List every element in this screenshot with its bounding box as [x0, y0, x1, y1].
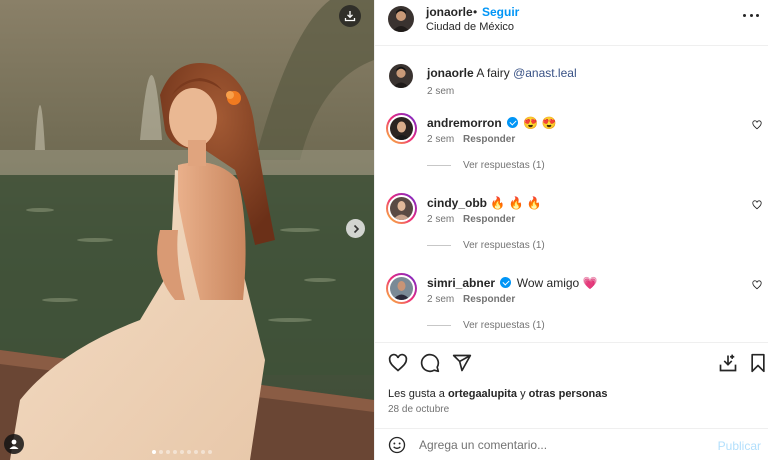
caption-text: jonaorle A fairy @anast.leal	[427, 66, 577, 80]
download-to-collection-icon[interactable]	[718, 353, 738, 373]
view-replies-label: Ver respuestas (1)	[463, 320, 545, 331]
comment-input[interactable]	[419, 435, 709, 455]
carousel-dot	[152, 450, 156, 454]
caption-time: 2 sem	[427, 86, 455, 97]
replies-divider	[427, 325, 451, 326]
heart-icon[interactable]	[752, 120, 762, 130]
avatar[interactable]	[386, 113, 417, 144]
carousel-dot	[201, 450, 205, 454]
publish-button[interactable]: Publicar	[718, 439, 761, 453]
avatar[interactable]	[389, 64, 413, 88]
comment-item: andremorron 😍 😍 2 sem Responder Ver resp…	[375, 113, 768, 191]
comment-username[interactable]: cindy_obb	[427, 196, 487, 210]
user-tag-icon[interactable]	[4, 434, 24, 454]
comment-time: 2 sem	[427, 214, 455, 225]
carousel-dot	[173, 450, 177, 454]
comment-icon[interactable]	[420, 353, 440, 373]
carousel-indicator	[152, 450, 212, 454]
bookmark-icon[interactable]	[749, 353, 767, 373]
view-replies-label: Ver respuestas (1)	[463, 240, 545, 251]
likes-user[interactable]: ortegaalupita	[448, 388, 517, 400]
likes-others[interactable]: otras personas	[529, 388, 608, 400]
heart-icon[interactable]	[752, 280, 762, 290]
separator: •	[473, 5, 478, 19]
post-panel: jonaorle • Seguir Ciudad de México jonao…	[374, 0, 768, 460]
more-options-icon[interactable]	[743, 10, 759, 20]
comment-body: 🔥 🔥 🔥	[490, 196, 542, 210]
comment-text: cindy_obb 🔥 🔥 🔥	[427, 196, 542, 210]
likes-summary[interactable]: Les gusta a ortegaalupita y otras person…	[388, 388, 608, 400]
comment-text: andremorron 😍 😍	[427, 116, 557, 130]
post-date[interactable]: 28 de octubre	[388, 404, 449, 415]
reply-button[interactable]: Responder	[463, 214, 515, 225]
carousel-dot	[159, 450, 163, 454]
replies-divider	[427, 245, 451, 246]
view-replies-button[interactable]: Ver respuestas (1)	[427, 240, 545, 251]
comment-item: simri_abner Wow amigo 💗 2 sem Responder …	[375, 273, 768, 342]
comment-time: 2 sem	[427, 134, 455, 145]
comment-username[interactable]: simri_abner	[427, 276, 495, 290]
carousel-dot	[194, 450, 198, 454]
post-photo	[0, 0, 374, 460]
comment-item: cindy_obb 🔥 🔥 🔥 2 sem Responder Ver resp…	[375, 193, 768, 271]
avatar[interactable]	[388, 6, 414, 32]
reply-button[interactable]: Responder	[463, 294, 515, 305]
verified-badge-icon	[507, 117, 519, 128]
post-location[interactable]: Ciudad de México	[426, 21, 514, 33]
carousel-dot	[180, 450, 184, 454]
likes-conjunction: y	[520, 388, 526, 400]
carousel-dot	[166, 450, 170, 454]
view-replies-button[interactable]: Ver respuestas (1)	[427, 320, 545, 331]
comment-meta: 2 sem Responder	[427, 294, 515, 305]
emoji-icon[interactable]	[388, 436, 406, 454]
comment-username[interactable]: andremorron	[427, 116, 502, 130]
caption-body: A fairy	[476, 66, 510, 80]
view-replies-button[interactable]: Ver respuestas (1)	[427, 160, 545, 171]
replies-divider	[427, 165, 451, 166]
comment-body: 😍 😍	[523, 116, 557, 130]
avatar[interactable]	[386, 193, 417, 224]
carousel-dot	[187, 450, 191, 454]
comment-meta: 2 sem Responder	[427, 214, 515, 225]
action-bar: Les gusta a ortegaalupita y otras person…	[375, 342, 768, 428]
heart-icon[interactable]	[388, 353, 408, 373]
add-comment-bar: Publicar	[375, 428, 768, 460]
caption-mention[interactable]: @anast.leal	[513, 66, 577, 80]
post-caption: jonaorle A fairy @anast.leal 2 sem	[375, 64, 768, 104]
comment-body: Wow amigo 💗	[516, 276, 598, 290]
post-media[interactable]	[0, 0, 374, 460]
post-header: jonaorle • Seguir Ciudad de México	[375, 0, 768, 46]
comment-time: 2 sem	[427, 294, 455, 305]
likes-prefix: Les gusta a	[388, 388, 445, 400]
heart-icon[interactable]	[752, 200, 762, 210]
chevron-right-icon[interactable]	[346, 219, 365, 238]
comment-meta: 2 sem Responder	[427, 134, 515, 145]
reply-button[interactable]: Responder	[463, 134, 515, 145]
verified-badge-icon	[500, 277, 512, 288]
post-username[interactable]: jonaorle	[426, 5, 473, 19]
follow-button[interactable]: Seguir	[482, 5, 519, 19]
avatar[interactable]	[386, 273, 417, 304]
download-icon[interactable]	[339, 5, 361, 27]
view-replies-label: Ver respuestas (1)	[463, 160, 545, 171]
comments-list[interactable]: jonaorle A fairy @anast.leal 2 sem andre…	[375, 47, 768, 342]
comment-text: simri_abner Wow amigo 💗	[427, 276, 597, 290]
caption-username[interactable]: jonaorle	[427, 66, 474, 80]
carousel-dot	[208, 450, 212, 454]
share-icon[interactable]	[452, 353, 472, 373]
